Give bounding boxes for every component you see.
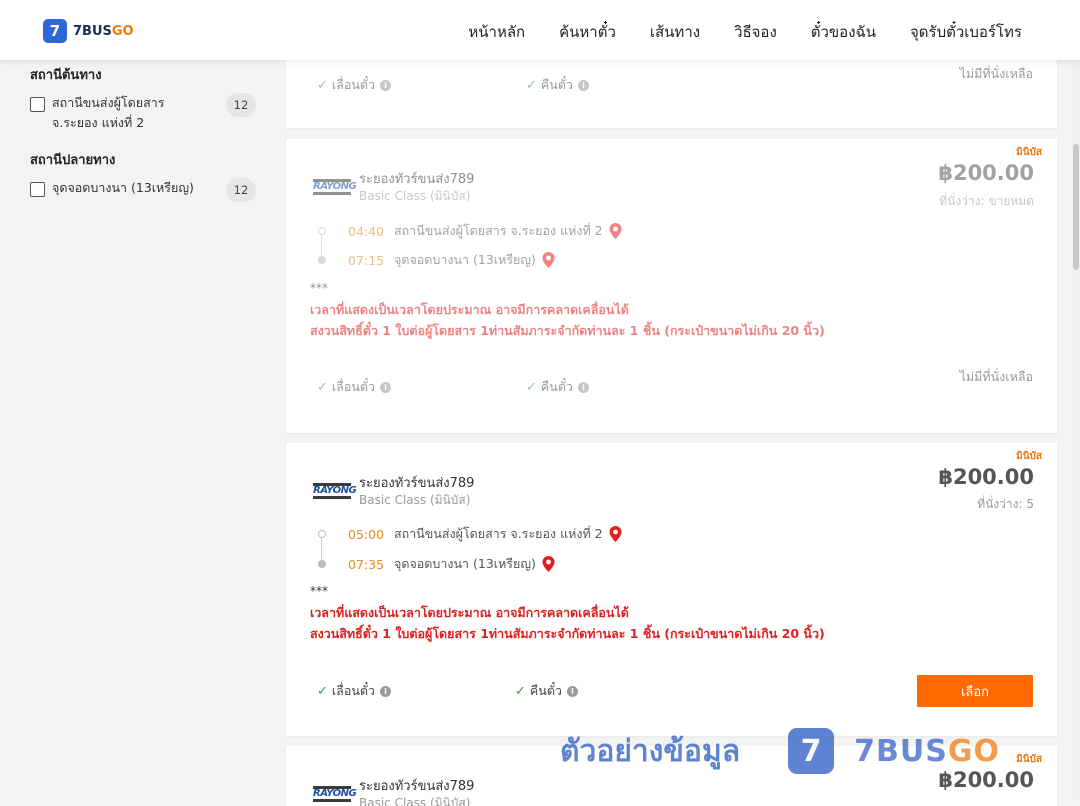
scrollbar-thumb[interactable] <box>1073 144 1079 270</box>
reschedule-policy: ✓ เลื่อนตั๋ว i <box>317 377 392 397</box>
operator-logo: RAYONG <box>313 483 357 499</box>
remark-note-time: เวลาที่แสดงเป็นเวลาโดยประมาณ อาจมีการคลา… <box>310 605 629 620</box>
logo-badge: 7 <box>43 19 67 43</box>
logo-text: 7BUSGO <box>73 23 134 39</box>
nav-my-tickets[interactable]: ตั๋วของฉัน <box>811 20 876 44</box>
seats-available: ที่นั่งว่าง: 5 <box>977 497 1034 511</box>
check-icon: ✓ <box>317 379 328 395</box>
ticket-price: ฿200.00 <box>938 465 1034 489</box>
arrival-station: จุดจอดบางนา (13เหรียญ) <box>394 252 536 267</box>
info-icon[interactable]: i <box>380 381 392 393</box>
bus-class: Basic Class (มินิบัส) <box>359 493 471 507</box>
map-pin-icon[interactable] <box>542 252 555 268</box>
main-nav: หน้าหลัก ค้นหาตั๋ว เส้นทาง วิธีจอง ตั๋วข… <box>434 20 1022 44</box>
check-icon: ✓ <box>317 683 328 699</box>
operator-name: ระยองทัวร์ขนส่ง789 <box>359 779 475 794</box>
check-icon: ✓ <box>526 379 537 395</box>
departure-stop: 05:00 สถานีขนส่งผู้โดยสาร จ.ระยอง แห่งที… <box>310 524 622 544</box>
no-seats-text: ไม่มีที่นั่งเหลือ <box>959 369 1033 384</box>
select-trip-button[interactable]: เลือก <box>917 675 1033 707</box>
arrival-time: 07:15 <box>348 252 385 268</box>
map-pin-icon[interactable] <box>609 526 622 542</box>
info-icon[interactable]: i <box>566 685 578 697</box>
map-pin-icon[interactable] <box>609 223 622 239</box>
origin-filter-option[interactable]: สถานีขนส่งผู้โดยสาร จ.ระยอง แห่งที่ 2 12 <box>30 93 256 133</box>
check-icon: ✓ <box>526 77 537 93</box>
operator-name: ระยองทัวร์ขนส่ง789 <box>359 172 475 187</box>
arrival-stop: 07:15 จุดจอดบางนา (13เหรียญ) <box>310 250 555 270</box>
origin-filter-count: 12 <box>226 93 256 117</box>
nav-home[interactable]: หน้าหลัก <box>468 20 525 44</box>
arrival-stop: 07:35 จุดจอดบางนา (13เหรียญ) <box>310 554 555 574</box>
nav-search-ticket[interactable]: ค้นหาตั๋ว <box>559 20 616 44</box>
origin-filter-title: สถานีต้นทาง <box>30 68 102 83</box>
check-icon: ✓ <box>317 77 328 93</box>
arrival-dot <box>318 256 326 264</box>
departure-dot <box>318 227 326 235</box>
watermark-logo-badge: 7 <box>788 728 835 774</box>
bus-type-badge: มินิบัส <box>1016 147 1042 158</box>
arrival-dot <box>318 560 326 568</box>
remark-note-time: เวลาที่แสดงเป็นเวลาโดยประมาณ อาจมีการคลา… <box>310 302 629 317</box>
sample-data-watermark: ตัวอย่างข้อมูล 7 7BUSGO <box>560 724 1000 778</box>
operator-logo: RAYONG <box>313 179 357 195</box>
arrival-station: จุดจอดบางนา (13เหรียญ) <box>394 556 536 571</box>
arrival-time: 07:35 <box>348 556 385 572</box>
no-seats-text: ไม่มีที่นั่งเหลือ <box>959 66 1033 81</box>
bus-type-badge: มินิบัส <box>1016 451 1042 462</box>
nav-routes[interactable]: เส้นทาง <box>650 20 700 44</box>
trip-card-sold-out: มินิบัส RAYONG ระยองทัวร์ขนส่ง789 Basic … <box>286 139 1057 433</box>
departure-time: 04:40 <box>348 223 385 239</box>
refund-policy: ✓ คืนตั๋ว i <box>526 377 589 397</box>
destination-filter-title: สถานีปลายทาง <box>30 153 116 168</box>
operator-name: ระยองทัวร์ขนส่ง789 <box>359 476 475 491</box>
watermark-brand: 7BUSGO <box>854 733 1000 769</box>
info-icon[interactable]: i <box>577 79 589 91</box>
destination-filter-count: 12 <box>226 178 256 202</box>
info-icon[interactable]: i <box>380 79 392 91</box>
destination-filter-label: จุดจอดบางนา (13เหรียญ) <box>52 180 194 195</box>
watermark-text: ตัวอย่างข้อมูล <box>560 733 741 769</box>
bus-class: Basic Class (มินิบัส) <box>359 189 471 203</box>
remark-note-luggage: สงวนสิทธิ์ตั๋ว 1 ใบต่อผู้โดยสาร 1ท่านสัม… <box>310 323 825 338</box>
departure-time: 05:00 <box>348 526 385 542</box>
trip-card-available: มินิบัส RAYONG ระยองทัวร์ขนส่ง789 Basic … <box>286 443 1057 736</box>
origin-filter-label: สถานีขนส่งผู้โดยสาร จ.ระยอง แห่งที่ 2 <box>52 95 165 130</box>
site-logo[interactable]: 7 7BUSGO <box>43 19 134 43</box>
destination-filter-option[interactable]: จุดจอดบางนา (13เหรียญ) 12 <box>30 178 256 202</box>
nav-ticket-pickup-phone[interactable]: จุดรับตั๋วเบอร์โทร <box>910 20 1022 44</box>
remark-note-luggage: สงวนสิทธิ์ตั๋ว 1 ใบต่อผู้โดยสาร 1ท่านสัม… <box>310 626 825 641</box>
top-navbar: 7 7BUSGO หน้าหลัก ค้นหาตั๋ว เส้นทาง วิธี… <box>0 0 1080 60</box>
bus-class: Basic Class (มินิบัส) <box>359 796 471 806</box>
remark-stars: *** <box>310 281 328 295</box>
map-pin-icon[interactable] <box>542 556 555 572</box>
bus-type-badge: มินิบัส <box>1016 754 1042 765</box>
destination-checkbox[interactable] <box>30 182 45 197</box>
departure-stop: 04:40 สถานีขนส่งผู้โดยสาร จ.ระยอง แห่งที… <box>310 221 622 241</box>
ticket-price: ฿200.00 <box>938 161 1034 185</box>
refund-policy: ✓ คืนตั๋ว i <box>515 681 578 701</box>
origin-checkbox[interactable] <box>30 97 45 112</box>
info-icon[interactable]: i <box>380 685 392 697</box>
remark-stars: *** <box>310 584 328 598</box>
seats-available: ที่นั่งว่าง: ขายหมด <box>939 194 1034 208</box>
departure-dot <box>318 530 326 538</box>
reschedule-policy: ✓ เลื่อนตั๋ว i <box>317 75 392 95</box>
reschedule-policy: ✓ เลื่อนตั๋ว i <box>317 681 392 701</box>
nav-how-to-book[interactable]: วิธีจอง <box>734 20 777 44</box>
page-scrollbar[interactable] <box>1072 60 1080 800</box>
filter-sidebar: สถานีต้นทาง สถานีขนส่งผู้โดยสาร จ.ระยอง … <box>30 60 256 208</box>
check-icon: ✓ <box>515 683 526 699</box>
departure-station: สถานีขนส่งผู้โดยสาร จ.ระยอง แห่งที่ 2 <box>394 526 603 541</box>
refund-policy: ✓ คืนตั๋ว i <box>526 75 589 95</box>
departure-station: สถานีขนส่งผู้โดยสาร จ.ระยอง แห่งที่ 2 <box>394 223 603 238</box>
info-icon[interactable]: i <box>577 381 589 393</box>
